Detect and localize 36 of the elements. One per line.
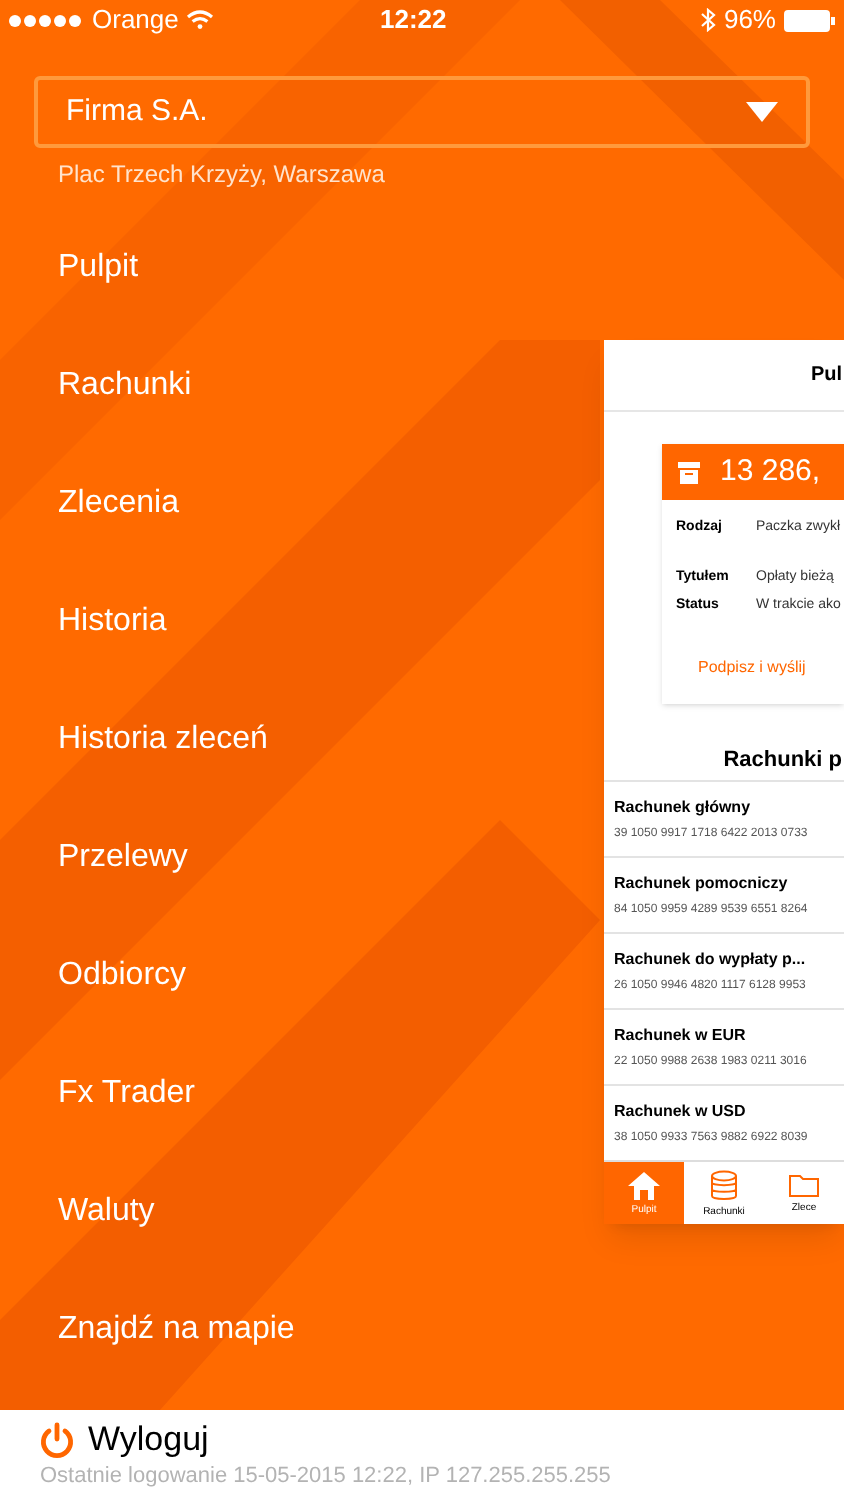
menu-item[interactable]: Rachunki (58, 361, 192, 409)
status-time: 12:22 (380, 2, 447, 39)
account-name: Rachunek w USD (614, 1099, 748, 1123)
power-icon (40, 1421, 74, 1457)
sign-and-send-link[interactable]: Podpisz i wyślij (698, 656, 806, 680)
menu-item[interactable]: Znajdź na mapie (58, 1305, 295, 1353)
accounts-title: Rachunki p (723, 745, 842, 776)
menu-item[interactable]: Pulpit (58, 243, 139, 291)
coins-icon (710, 1169, 738, 1201)
folder-icon (788, 1172, 820, 1198)
company-dropdown[interactable]: Firma S.A. (34, 76, 810, 148)
account-name: Rachunek główny (614, 795, 753, 819)
order-amount: 13 286, (720, 451, 821, 492)
home-icon (628, 1171, 660, 1199)
battery-percent: 96% (723, 2, 776, 39)
menu-item[interactable]: Historia zleceń (58, 715, 268, 763)
dropdown-caret-icon (746, 102, 778, 122)
last-login-info: Ostatnie logowanie 15-05-2015 12:22, IP 127.255.255.255 (40, 1461, 611, 1491)
menu-item[interactable]: Odbiorcy (58, 951, 187, 999)
menu-item[interactable]: Fx Trader (58, 1069, 195, 1117)
account-name: Rachunek do wypłaty p... (614, 947, 808, 971)
menu-item[interactable]: Historia (58, 597, 167, 645)
archive-icon (678, 461, 700, 483)
menu-item[interactable]: Zlecenia (58, 479, 179, 527)
carrier-name: Orange (92, 2, 179, 39)
account-name: Rachunek pomocniczy (614, 871, 790, 895)
bluetooth-icon (699, 8, 716, 32)
company-address: Plac Trzech Krzyży, Warszawa (58, 158, 385, 190)
menu-item[interactable]: Waluty (58, 1187, 155, 1235)
account-name: Rachunek w EUR (614, 1023, 748, 1047)
logout-button[interactable]: Wyloguj (40, 1419, 209, 1459)
battery-icon (784, 9, 836, 31)
preview-title: Pul (810, 362, 842, 390)
signal-icon (8, 13, 84, 27)
menu-item[interactable]: Przelewy (58, 833, 188, 881)
wifi-icon (186, 10, 215, 30)
